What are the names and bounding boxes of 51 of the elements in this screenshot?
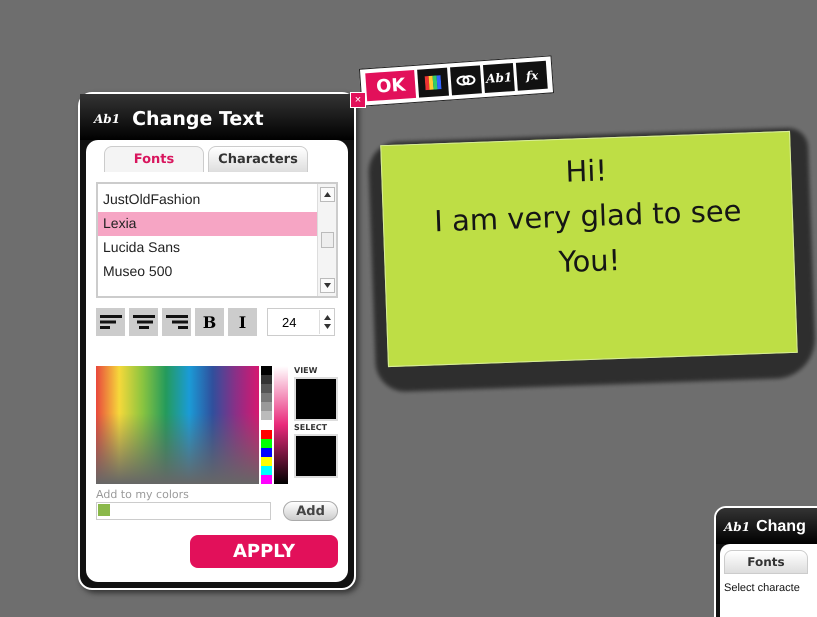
close-button[interactable]: × [350, 92, 366, 108]
size-spinner[interactable] [319, 310, 334, 334]
instruction-text: Select characte [724, 582, 801, 594]
font-list-item[interactable]: JustOldFashion [98, 188, 317, 212]
font-list-item[interactable]: Lexia [98, 212, 317, 236]
add-colors-label: Add to my colors [96, 488, 190, 501]
select-label: SELECT [294, 423, 328, 432]
align-left-icon [100, 315, 122, 329]
toolbar-button[interactable]: fx [516, 60, 548, 91]
note-text: You! [558, 242, 622, 282]
tab[interactable]: Fonts [724, 550, 808, 574]
note-text: I am very glad to see [434, 192, 742, 240]
add-button[interactable]: Add [283, 501, 338, 521]
select-swatch [294, 434, 338, 478]
align-right-button[interactable] [162, 308, 191, 336]
font-size-field[interactable]: 24 [267, 308, 335, 336]
toolbar-button[interactable]: Ab1 [483, 63, 516, 94]
up-arrow-icon [324, 192, 330, 197]
scroll-up-button[interactable] [320, 187, 334, 202]
align-center-button[interactable] [129, 308, 158, 336]
down-arrow-icon [324, 283, 330, 288]
align-right-icon [166, 315, 188, 329]
format-button[interactable]: I [228, 308, 257, 336]
spinner-arrows-icon [324, 314, 330, 330]
app-logo: Ab1 [724, 520, 750, 534]
dialog-title: Change Text [132, 108, 264, 130]
tab[interactable]: Characters [208, 146, 308, 172]
color-swatch[interactable] [98, 504, 110, 516]
align-left-button[interactable] [96, 308, 125, 336]
color-spectrum[interactable] [96, 366, 258, 484]
align-center-icon [132, 315, 154, 329]
note-text: Hi! [564, 152, 608, 191]
app-logo: Ab1 [94, 112, 120, 126]
color-bars-icon [424, 75, 442, 90]
format-button[interactable]: B [195, 308, 224, 336]
scroll-thumb[interactable] [320, 232, 334, 248]
scroll-down-button[interactable] [320, 278, 334, 293]
shade-gradient[interactable] [274, 366, 288, 484]
preset-swatches[interactable] [260, 366, 272, 484]
dialog-title: Chang [756, 518, 806, 536]
tab[interactable]: Fonts [104, 146, 204, 172]
view-label: VIEW [294, 366, 318, 375]
link-button[interactable] [450, 65, 482, 96]
font-size-value: 24 [281, 314, 296, 330]
font-list-item[interactable]: Museo 500 [98, 260, 317, 284]
apply-button[interactable]: APPLY [190, 535, 338, 568]
link-icon [456, 74, 477, 87]
view-swatch [294, 377, 338, 421]
palette-button[interactable] [417, 68, 450, 98]
ok-button[interactable]: OK [365, 70, 416, 102]
font-list-item[interactable]: Lucida Sans [98, 236, 317, 260]
